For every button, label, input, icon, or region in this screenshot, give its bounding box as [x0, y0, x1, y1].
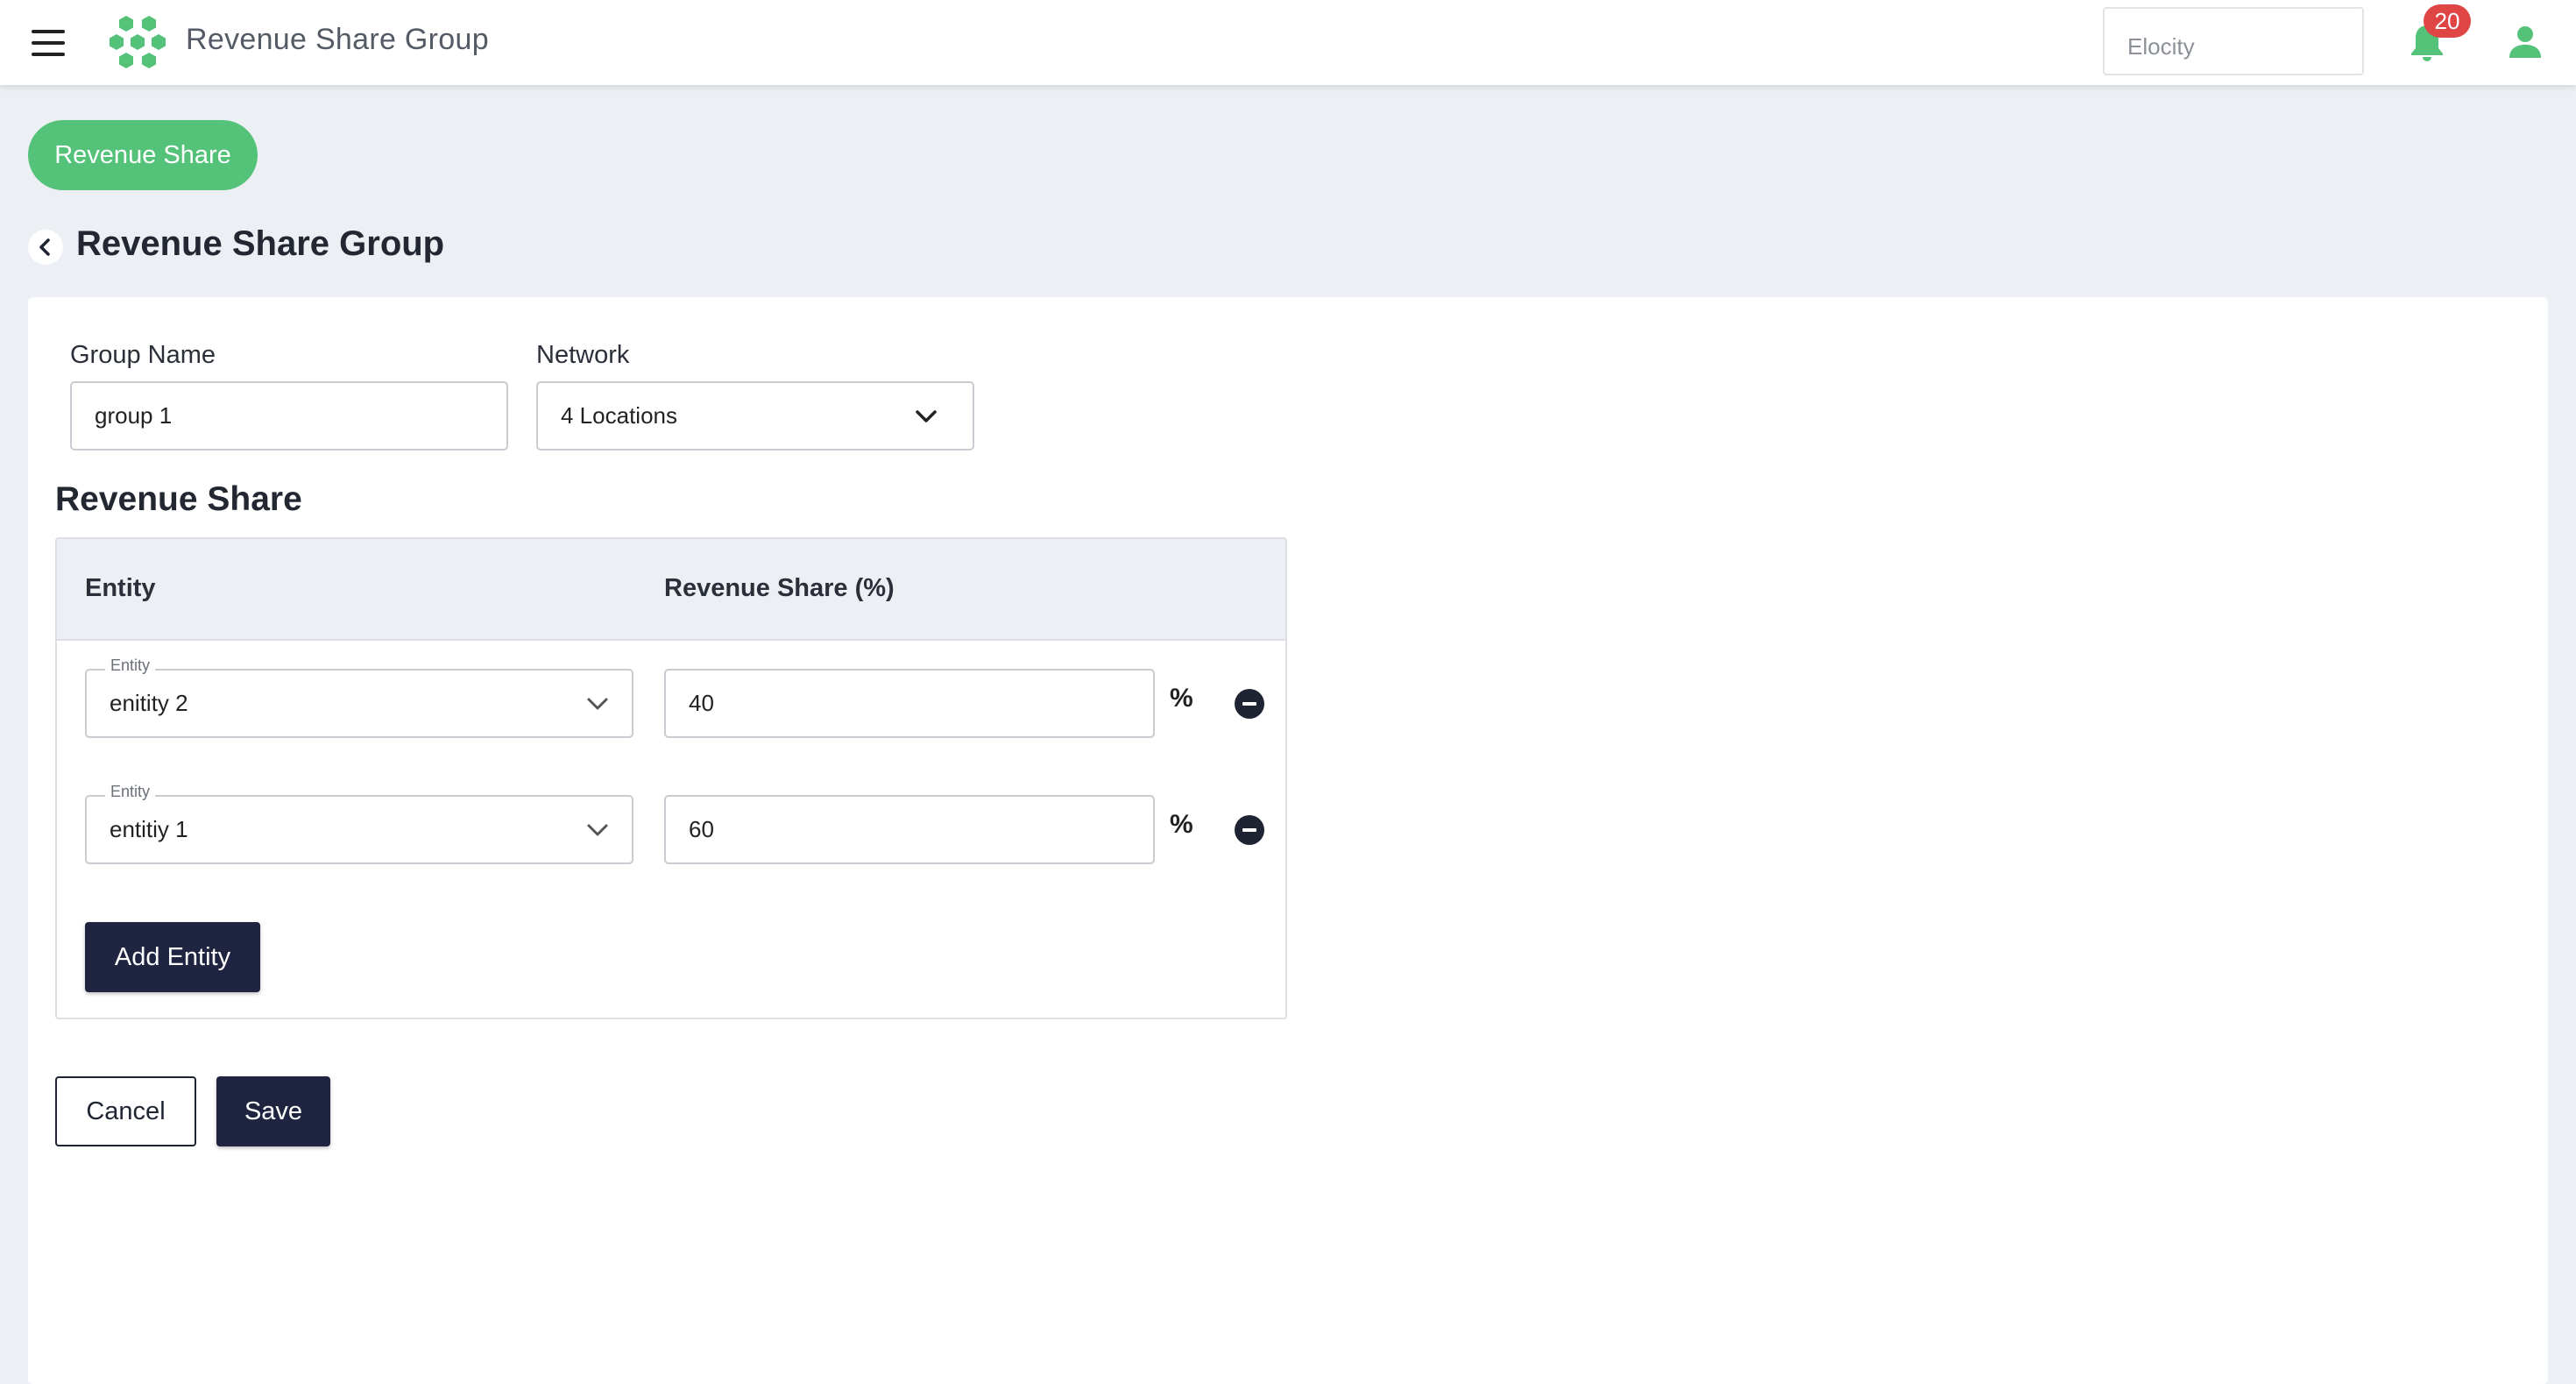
chevron-down-icon — [916, 410, 937, 422]
chevron-left-icon — [39, 238, 50, 256]
table-header: Entity Revenue Share (%) — [57, 539, 1285, 641]
percent-sign: % — [1170, 810, 1193, 839]
revenue-share-section-title: Revenue Share — [55, 480, 302, 518]
network-label: Network — [536, 341, 630, 369]
entity-field-label: Entity — [105, 783, 156, 801]
entity-field-label: Entity — [105, 657, 156, 675]
revenue-share-input-row-1[interactable]: 40 — [664, 669, 1155, 738]
save-button[interactable]: Save — [216, 1076, 330, 1146]
group-name-input[interactable]: group 1 — [70, 381, 508, 451]
network-select-value: 4 Locations — [561, 402, 677, 429]
notification-count-badge: 20 — [2424, 4, 2471, 38]
add-entity-button[interactable]: Add Entity — [85, 922, 260, 992]
organization-selector[interactable]: Elocity — [2103, 7, 2364, 75]
entity-select-value: enitity 2 — [110, 690, 188, 716]
remove-row-icon[interactable] — [1235, 689, 1264, 719]
chevron-down-icon — [587, 824, 608, 836]
user-account-icon[interactable] — [2508, 25, 2543, 60]
entity-select-row-1[interactable]: enitity 2 — [85, 669, 633, 738]
percent-sign: % — [1170, 684, 1193, 713]
remove-row-icon[interactable] — [1235, 815, 1264, 845]
revenue-share-nav-button[interactable]: Revenue Share — [28, 120, 258, 190]
revenue-share-table: Entity Revenue Share (%) enitity 2 Entit… — [55, 537, 1287, 1019]
network-select[interactable]: 4 Locations — [536, 381, 974, 451]
app-title: Revenue Share Group — [186, 23, 489, 56]
page-title: Revenue Share Group — [76, 224, 445, 263]
chevron-down-icon — [587, 698, 608, 710]
entity-select-value: entitiy 1 — [110, 816, 188, 842]
hamburger-menu-icon[interactable] — [32, 30, 65, 56]
group-name-label: Group Name — [70, 341, 216, 369]
entity-select-row-2[interactable]: entitiy 1 — [85, 795, 633, 864]
column-header-entity: Entity — [85, 574, 156, 602]
column-header-revenue-share: Revenue Share (%) — [664, 574, 895, 602]
logo-icon — [110, 16, 166, 68]
cancel-button[interactable]: Cancel — [55, 1076, 196, 1146]
revenue-share-input-row-2[interactable]: 60 — [664, 795, 1155, 864]
back-button[interactable] — [28, 230, 63, 265]
top-bar: Revenue Share Group Elocity 20 — [0, 0, 2576, 85]
